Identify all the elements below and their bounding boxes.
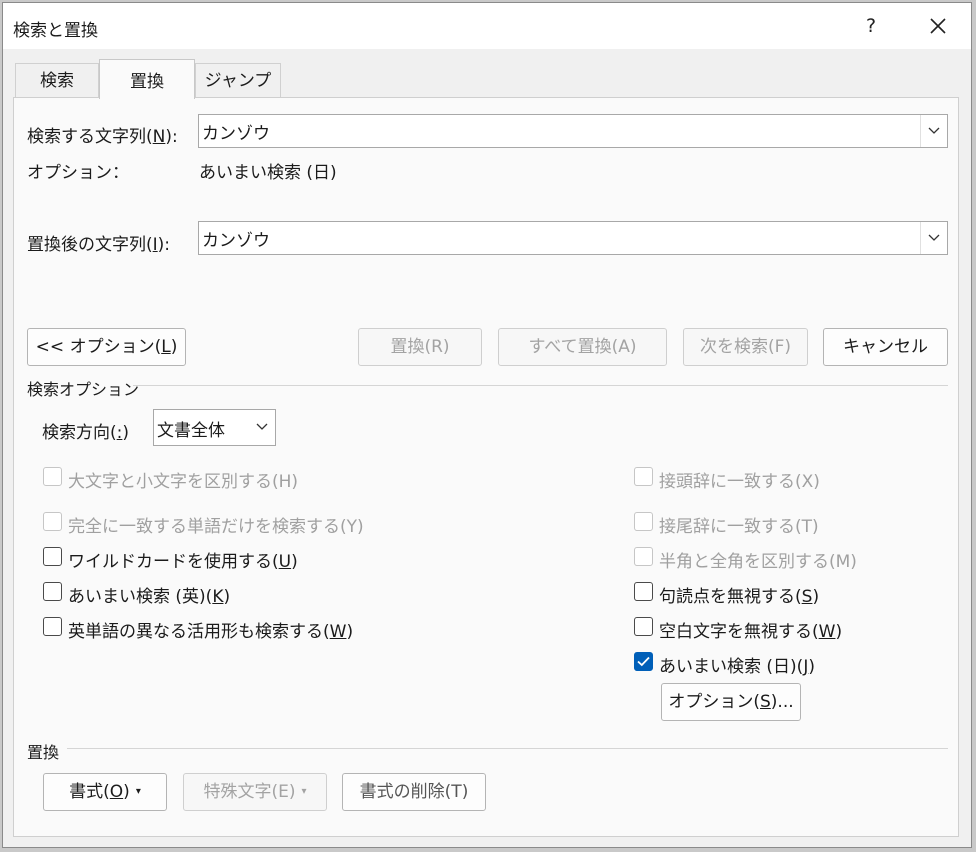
word-forms-checkbox[interactable] xyxy=(43,617,62,636)
find-combobox[interactable]: カンゾウ xyxy=(198,114,948,148)
window-title: 検索と置換 xyxy=(13,21,98,41)
match-case-checkbox[interactable] xyxy=(43,467,62,486)
fuzzy-options-button[interactable]: オプション(S)... xyxy=(661,683,801,721)
close-icon xyxy=(930,18,946,34)
tab-replace[interactable]: 置換 xyxy=(99,59,195,99)
match-width-checkbox[interactable] xyxy=(634,547,653,566)
find-next-button[interactable]: 次を検索(F) xyxy=(683,328,808,366)
replace-combobox[interactable]: カンゾウ xyxy=(198,221,948,255)
options-value: あいまい検索 (日) xyxy=(199,163,337,183)
word-forms-label: 英単語の異なる活用形も検索する(W) xyxy=(68,622,354,642)
options-label: オプション： xyxy=(27,163,129,183)
match-prefix-label: 接頭辞に一致する(X) xyxy=(659,472,820,492)
search-options-header: 検索オプション xyxy=(27,380,140,399)
ignore-punctuation-label: 句読点を無視する(S) xyxy=(659,587,820,607)
fuzzy-japanese-label: あいまい検索 (日)(J) xyxy=(659,657,815,677)
less-options-button[interactable]: << オプション(L) xyxy=(27,328,186,366)
tab-goto[interactable]: ジャンプ xyxy=(195,63,281,97)
replace-section-header: 置換 xyxy=(27,743,60,762)
tab-find[interactable]: 検索 xyxy=(15,63,99,97)
fuzzy-japanese-checkbox[interactable] xyxy=(634,652,653,671)
ignore-punctuation-checkbox[interactable] xyxy=(634,582,653,601)
find-input[interactable]: カンゾウ xyxy=(202,119,270,144)
special-button[interactable]: 特殊文字(E) ▾ xyxy=(183,773,327,811)
wildcards-label: ワイルドカードを使用する(U) xyxy=(68,552,298,572)
chevron-down-icon xyxy=(256,423,268,430)
chevron-down-icon xyxy=(928,234,940,241)
title-bar: 検索と置換 ? xyxy=(3,3,971,49)
sounds-like-checkbox[interactable] xyxy=(43,582,62,601)
whole-word-label: 完全に一致する単語だけを検索する(Y) xyxy=(68,517,364,537)
wildcards-checkbox[interactable] xyxy=(43,547,62,566)
dropdown-arrow-icon: ▾ xyxy=(135,786,141,797)
search-direction-select[interactable]: 文書全体 xyxy=(153,409,276,446)
checkmark-icon xyxy=(637,656,650,667)
find-label: 検索する文字列(N): xyxy=(27,127,178,147)
match-prefix-checkbox[interactable] xyxy=(634,467,653,486)
section-divider xyxy=(67,748,948,749)
tab-label: ジャンプ xyxy=(204,71,272,91)
tab-label: 置換 xyxy=(130,72,164,92)
section-divider xyxy=(133,385,948,386)
match-suffix-label: 接尾辞に一致する(T) xyxy=(659,517,819,537)
replace-input[interactable]: カンゾウ xyxy=(202,226,270,251)
replace-button[interactable]: 置換(R) xyxy=(358,328,482,366)
close-button[interactable] xyxy=(915,9,961,43)
sounds-like-label: あいまい検索 (英)(K) xyxy=(68,587,231,607)
ignore-whitespace-label: 空白文字を無視する(W) xyxy=(659,622,843,642)
tab-label: 検索 xyxy=(40,71,74,91)
match-case-label: 大文字と小文字を区別する(H) xyxy=(68,472,299,492)
find-replace-dialog: 検索と置換 ? 検索 置換 ジャンプ 検索する文字列(N): カンゾウ オプショ… xyxy=(2,2,972,848)
chevron-down-icon xyxy=(928,127,940,134)
match-width-label: 半角と全角を区別する(M) xyxy=(659,552,857,572)
no-formatting-button[interactable]: 書式の削除(T) xyxy=(342,773,486,811)
ignore-whitespace-checkbox[interactable] xyxy=(634,617,653,636)
search-direction-label: 検索方向(:) xyxy=(42,423,130,443)
help-button[interactable]: ? xyxy=(849,9,893,43)
search-direction-value: 文書全体 xyxy=(157,421,225,441)
search-direction-dropdown[interactable] xyxy=(249,410,275,445)
format-button[interactable]: 書式(O) ▾ xyxy=(43,773,167,811)
cancel-button[interactable]: キャンセル xyxy=(823,328,948,366)
replace-label: 置換後の文字列(I): xyxy=(27,235,171,255)
dropdown-arrow-icon: ▾ xyxy=(301,786,307,797)
replace-dropdown-button[interactable] xyxy=(920,222,947,254)
match-suffix-checkbox[interactable] xyxy=(634,512,653,531)
whole-word-checkbox[interactable] xyxy=(43,512,62,531)
replace-all-button[interactable]: すべて置換(A) xyxy=(498,328,667,366)
find-dropdown-button[interactable] xyxy=(920,115,947,147)
